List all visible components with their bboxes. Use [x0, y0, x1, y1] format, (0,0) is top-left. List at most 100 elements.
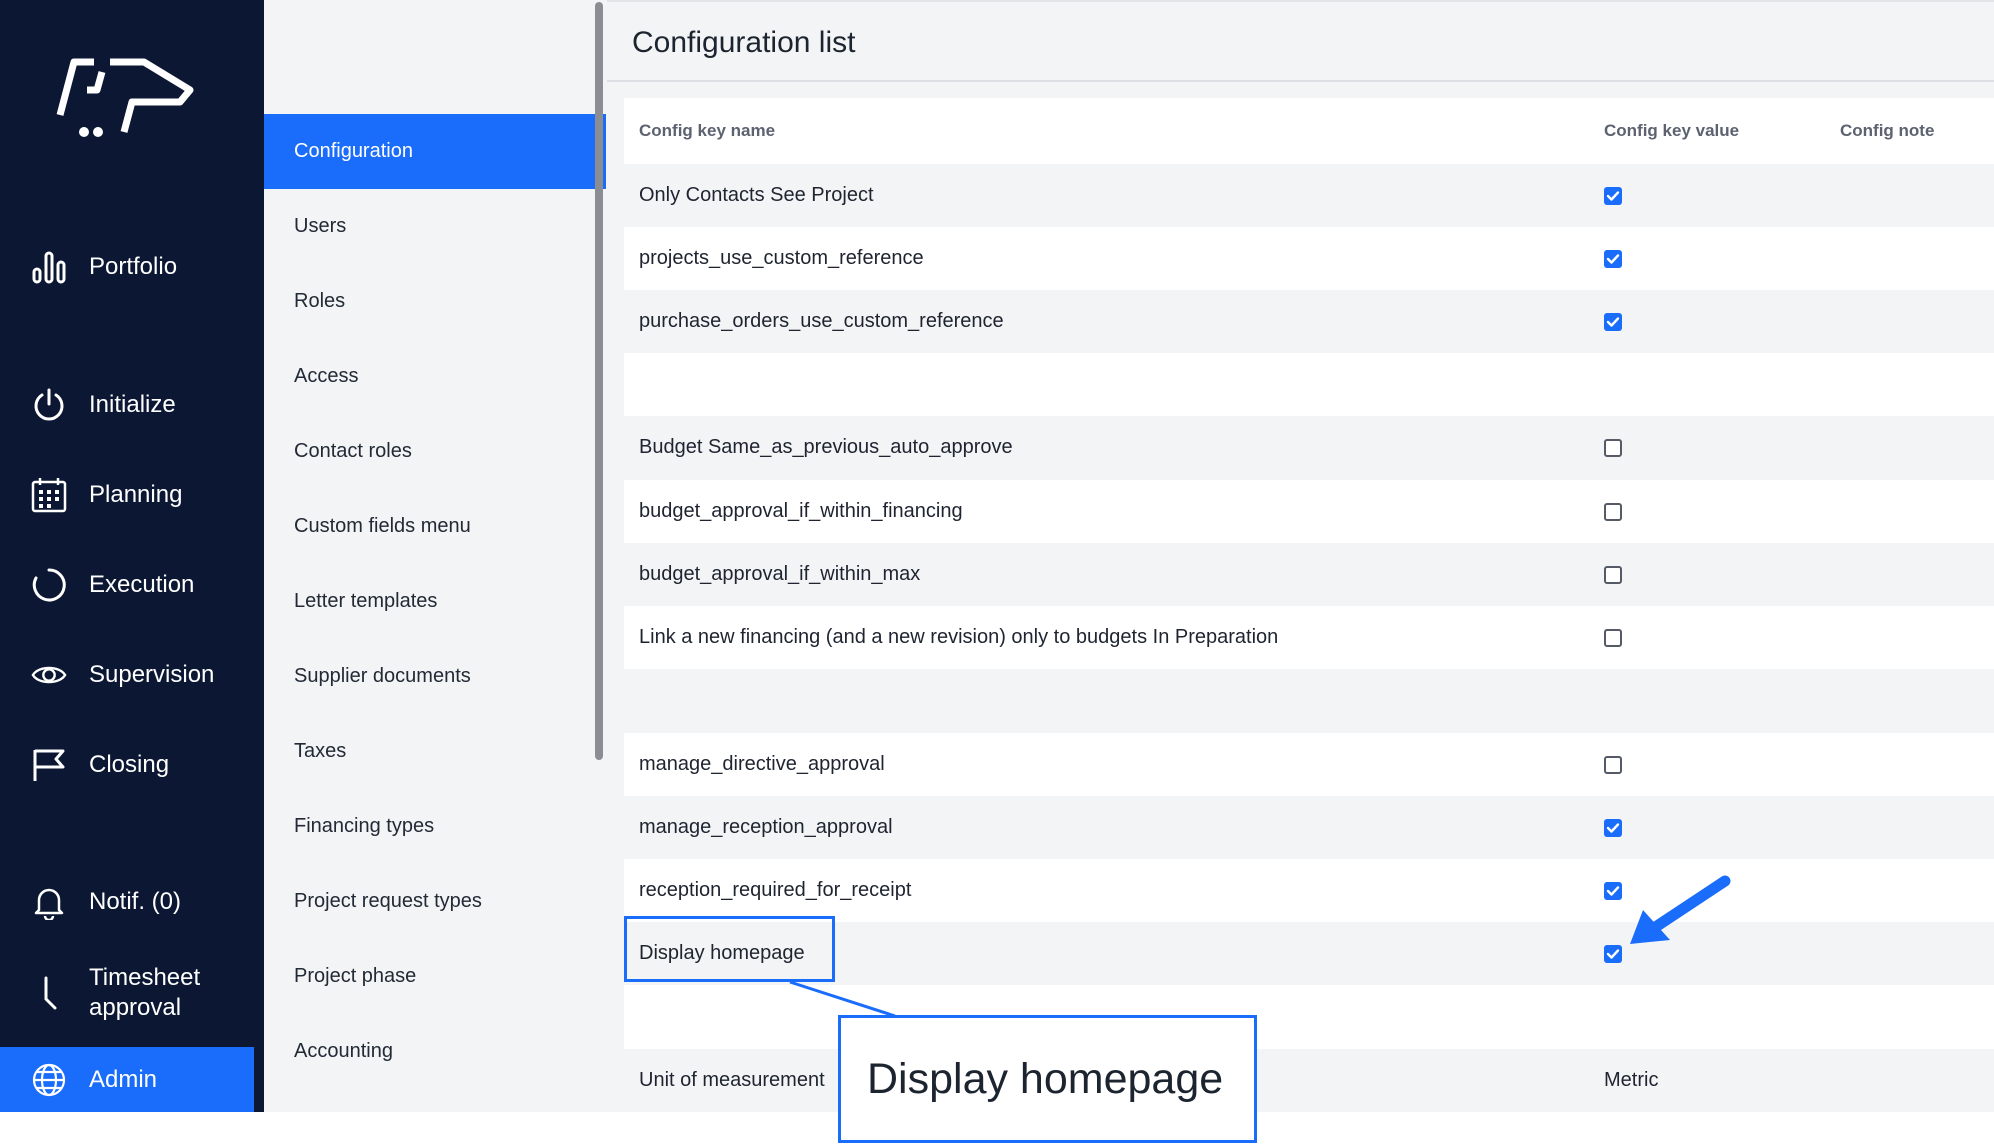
table-header — [624, 98, 1994, 164]
admin-submenu: Configuration Users Roles Access Contact… — [264, 0, 607, 1112]
table-row: budget_approval_if_within_financing — [624, 480, 1994, 543]
submenu-item-roles[interactable]: Roles — [264, 264, 607, 339]
table-row — [624, 669, 1994, 733]
nav-item-planning[interactable]: Planning — [0, 460, 254, 530]
nav-item-supervision[interactable]: Supervision — [0, 640, 254, 710]
checkmark-icon — [1606, 253, 1620, 264]
submenu-item-supplier-documents[interactable]: Supplier documents — [264, 639, 607, 714]
submenu-item-users[interactable]: Users — [264, 189, 607, 264]
config-key-name: manage_reception_approval — [639, 816, 893, 838]
submenu-label: Supplier documents — [294, 665, 471, 687]
main-nav: Portfolio Initialize Planning Execution … — [0, 0, 264, 1112]
config-value-cell — [1604, 733, 1622, 796]
config-value-text[interactable]: Metric — [1604, 1049, 1658, 1112]
config-checkbox[interactable] — [1604, 565, 1622, 584]
nav-label: Execution — [89, 571, 195, 598]
table-row: manage_reception_approval — [624, 796, 1994, 859]
config-checkbox[interactable] — [1604, 438, 1622, 457]
submenu-label: Project phase — [294, 965, 417, 987]
submenu-label: Accounting — [294, 1040, 393, 1062]
config-value-cell — [1604, 796, 1622, 859]
config-checkbox[interactable] — [1604, 944, 1622, 963]
clock-hand-icon — [31, 975, 67, 1011]
app-logo-icon[interactable] — [52, 50, 202, 150]
submenu-item-project-phase[interactable]: Project phase — [264, 939, 607, 1014]
nav-item-initialize[interactable]: Initialize — [0, 370, 254, 440]
nav-label: Supervision — [89, 661, 215, 688]
config-value-cell — [1604, 164, 1622, 227]
config-key-name: Link a new financing (and a new revision… — [639, 626, 1279, 648]
column-header-key-value[interactable]: Config key value — [1604, 98, 1740, 164]
submenu-item-letter-templates[interactable]: Letter templates — [264, 564, 607, 639]
submenu-scrollbar[interactable] — [595, 2, 603, 760]
nav-label: Planning — [89, 481, 183, 508]
submenu-item-configuration[interactable]: Configuration — [264, 114, 606, 189]
nav-item-closing[interactable]: Closing — [0, 730, 254, 800]
nav-scrollbar[interactable] — [256, 470, 262, 920]
submenu-item-financing-types[interactable]: Financing types — [264, 789, 607, 864]
checkmark-icon — [1606, 190, 1620, 201]
submenu-label: Contact roles — [294, 440, 412, 462]
bell-icon — [31, 884, 67, 920]
submenu-label: Taxes — [294, 740, 347, 762]
column-header-note[interactable]: Config note — [1840, 98, 1935, 164]
table-row: Unit of measurement Metric — [624, 1049, 1994, 1112]
table-row: Link a new financing (and a new revision… — [624, 606, 1994, 669]
progress-circle-icon — [31, 567, 67, 603]
config-key-name: Unit of measurement — [639, 1069, 825, 1091]
flag-icon — [31, 747, 67, 783]
submenu-label: Financing types — [294, 815, 435, 837]
submenu-item-project-request-types[interactable]: Project request types — [264, 864, 607, 939]
config-value-cell — [1604, 480, 1622, 543]
nav-item-execution[interactable]: Execution — [0, 550, 254, 620]
table-row: reception_required_for_receipt — [624, 859, 1994, 922]
nav-item-timesheet-approval[interactable]: Timesheet approval — [0, 957, 254, 1029]
config-key-name: Only Contacts See Project — [639, 184, 874, 206]
submenu-item-access[interactable]: Access — [264, 339, 607, 414]
config-checkbox[interactable] — [1604, 312, 1622, 331]
table-row: projects_use_custom_reference — [624, 227, 1994, 290]
nav-item-admin[interactable]: Admin — [0, 1047, 254, 1112]
page-header: Configuration list — [607, 0, 1994, 82]
config-checkbox[interactable] — [1604, 755, 1622, 774]
nav-label: Admin — [89, 1065, 158, 1093]
table-row — [624, 985, 1994, 1049]
submenu-item-custom-fields-menu[interactable]: Custom fields menu — [264, 489, 607, 564]
submenu-item-taxes[interactable]: Taxes — [264, 714, 607, 789]
config-checkbox[interactable] — [1604, 186, 1622, 205]
checkmark-icon — [1606, 948, 1620, 959]
config-checkbox[interactable] — [1604, 628, 1622, 647]
submenu-item-accounting[interactable]: Accounting — [264, 1014, 607, 1089]
column-header-key-name[interactable]: Config key name — [639, 98, 776, 164]
config-value-cell — [1604, 922, 1622, 985]
nav-item-notifications[interactable]: Notif. (0) — [0, 867, 254, 937]
table-row: Only Contacts See Project — [624, 164, 1994, 227]
table-row: Budget Same_as_previous_auto_approve — [624, 416, 1994, 480]
submenu-item-contact-roles[interactable]: Contact roles — [264, 414, 607, 489]
config-checkbox[interactable] — [1604, 818, 1622, 837]
globe-icon — [31, 1062, 67, 1098]
checkmark-icon — [1606, 885, 1620, 896]
table-row — [624, 353, 1994, 416]
submenu-label: Users — [294, 215, 347, 237]
nav-label: Notif. (0) — [89, 888, 182, 915]
config-key-name: budget_approval_if_within_financing — [639, 500, 963, 522]
nav-label-line2: approval — [89, 994, 182, 1021]
config-checkbox[interactable] — [1604, 502, 1622, 521]
config-checkbox[interactable] — [1604, 881, 1622, 900]
config-key-name: manage_directive_approval — [639, 753, 885, 775]
nav-label: Portfolio — [89, 253, 178, 280]
config-value-cell — [1604, 859, 1622, 922]
nav-item-portfolio[interactable]: Portfolio — [0, 232, 254, 302]
config-value-cell — [1604, 606, 1622, 669]
power-icon — [31, 387, 67, 423]
highlight-box — [624, 916, 835, 982]
checkmark-icon — [1606, 316, 1620, 327]
config-checkbox[interactable] — [1604, 249, 1622, 268]
submenu-label: Custom fields menu — [294, 515, 471, 537]
submenu-label: Access — [294, 365, 359, 387]
callout-label: Display homepage — [838, 1015, 1257, 1143]
config-value-cell — [1604, 416, 1622, 479]
calendar-icon — [31, 477, 67, 513]
submenu-label: Letter templates — [294, 590, 438, 612]
